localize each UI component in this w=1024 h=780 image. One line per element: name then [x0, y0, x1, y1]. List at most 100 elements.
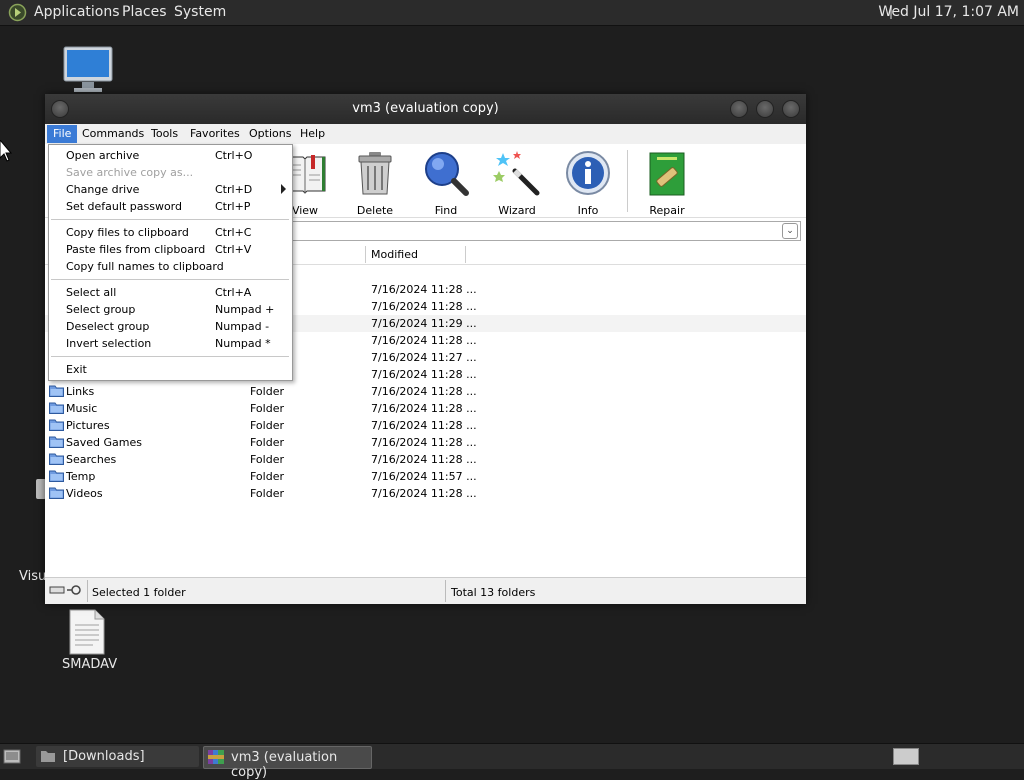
row-name: Pictures — [66, 419, 110, 432]
row-name: Saved Games — [66, 436, 142, 449]
row-modified: 7/16/2024 11:27 ... — [371, 351, 477, 364]
task-vm3[interactable]: vm3 (evaluation copy) — [203, 746, 372, 780]
menu-item-shortcut: Ctrl+V — [215, 243, 252, 256]
workspace-switcher[interactable] — [893, 748, 919, 765]
row-type: Folder — [250, 385, 284, 398]
menu-item-exit[interactable]: Exit — [49, 361, 292, 378]
menu-item-copy-files-to-clipboard[interactable]: Copy files to clipboard Ctrl+C — [49, 224, 292, 241]
menu-item-select-all[interactable]: Select all Ctrl+A — [49, 284, 292, 301]
menu-commands[interactable]: Commands — [82, 127, 144, 140]
row-modified: 7/16/2024 11:28 ... — [371, 368, 477, 381]
table-row[interactable]: Links Folder 7/16/2024 11:28 ... — [45, 383, 806, 400]
row-type: Folder — [250, 470, 284, 483]
menu-item-shortcut: Numpad + — [215, 303, 275, 316]
menu-item-save-archive-copy-as[interactable]: Save archive copy as... — [49, 164, 292, 181]
menu-item-label: Select all — [66, 286, 117, 299]
menu-item-set-default-password[interactable]: Set default password Ctrl+P — [49, 198, 292, 215]
menu-item-label: Save archive copy as... — [66, 166, 194, 179]
folder-icon — [49, 419, 64, 431]
repair-kit-icon — [649, 152, 685, 196]
magic-wand-icon — [493, 151, 540, 196]
magnifier-icon — [425, 152, 469, 196]
delete-label: Delete — [356, 204, 394, 217]
row-name: Searches — [66, 453, 117, 466]
menu-item-copy-full-names-to-clipboard[interactable]: Copy full names to clipboard — [49, 258, 292, 275]
menu-item-label: Change drive — [66, 183, 140, 196]
status-separator — [87, 580, 88, 602]
folder-icon — [49, 487, 64, 499]
menu-item-shortcut: Numpad * — [215, 337, 271, 350]
table-row[interactable]: Pictures Folder 7/16/2024 11:28 ... — [45, 417, 806, 434]
menu-item-shortcut: Numpad - — [215, 320, 270, 333]
row-modified: 7/16/2024 11:28 ... — [371, 436, 477, 449]
table-row[interactable]: Temp Folder 7/16/2024 11:57 ... — [45, 468, 806, 485]
menubar: File Commands Tools Favorites Options He… — [45, 124, 806, 144]
table-row[interactable]: Saved Games Folder 7/16/2024 11:28 ... — [45, 434, 806, 451]
computer-icon[interactable] — [62, 46, 114, 94]
task-vm3-label: vm3 (evaluation copy) — [231, 750, 338, 780]
places-menu[interactable]: Places — [122, 4, 167, 20]
show-desktop-icon[interactable] — [3, 748, 21, 764]
menu-file[interactable]: File — [47, 125, 78, 143]
applications-menu[interactable]: Applications — [34, 4, 120, 20]
menu-item-label: Deselect group — [66, 320, 150, 333]
find-button[interactable]: Find — [416, 149, 476, 217]
desktop-icon-label-visu[interactable]: Visu — [19, 569, 46, 584]
info-button[interactable]: Info — [558, 149, 618, 217]
row-type: Folder — [250, 419, 284, 432]
repair-button[interactable]: Repair — [637, 149, 697, 217]
menu-item-change-drive[interactable]: Change drive Ctrl+D — [49, 181, 292, 198]
window-menu-button[interactable] — [51, 100, 69, 118]
wizard-button[interactable]: Wizard — [487, 149, 547, 217]
desktop-icon-label-smadav[interactable]: SMADAV — [62, 657, 117, 672]
folder-icon — [49, 436, 64, 448]
menu-item-shortcut: Ctrl+A — [215, 286, 252, 299]
delete-button[interactable]: Delete — [345, 149, 405, 217]
chevron-down-icon[interactable]: ⌄ — [782, 223, 798, 239]
minimize-button[interactable] — [730, 100, 748, 118]
menu-item-shortcut: Ctrl+C — [215, 226, 252, 239]
status-selected: Selected 1 folder — [92, 586, 186, 599]
clock[interactable]: Wed Jul 17, 1:07 AM — [878, 4, 1019, 20]
maximize-button[interactable] — [756, 100, 774, 118]
distro-logo-icon[interactable] — [8, 3, 27, 22]
menu-item-label: Exit — [66, 363, 87, 376]
row-modified: 7/16/2024 11:28 ... — [371, 334, 477, 347]
menu-item-label: Copy files to clipboard — [66, 226, 189, 239]
menu-tools[interactable]: Tools — [151, 127, 178, 140]
close-button[interactable] — [782, 100, 800, 118]
toolbar-separator — [627, 150, 628, 212]
row-name: Links — [66, 385, 95, 398]
row-modified: 7/16/2024 11:28 ... — [371, 419, 477, 432]
row-modified: 7/16/2024 11:29 ... — [371, 317, 477, 330]
column-separator[interactable] — [365, 246, 366, 263]
menu-item-invert-selection[interactable]: Invert selection Numpad * — [49, 335, 292, 352]
system-menu[interactable]: System — [174, 4, 226, 20]
column-modified[interactable]: Modified — [371, 248, 418, 261]
bottom-taskbar: [Downloads] vm3 (evaluation copy) — [0, 743, 1024, 780]
table-row[interactable]: Music Folder 7/16/2024 11:28 ... — [45, 400, 806, 417]
row-modified: 7/16/2024 11:28 ... — [371, 453, 477, 466]
document-icon[interactable] — [67, 609, 107, 655]
column-separator[interactable] — [465, 246, 466, 263]
folder-icon — [49, 385, 64, 397]
menu-options[interactable]: Options — [249, 127, 291, 140]
folder-icon — [49, 470, 64, 482]
table-row[interactable]: Searches Folder 7/16/2024 11:28 ... — [45, 451, 806, 468]
menu-favorites[interactable]: Favorites — [190, 127, 240, 140]
status-bar: Selected 1 folder Total 13 folders — [45, 577, 806, 604]
menu-item-select-group[interactable]: Select group Numpad + — [49, 301, 292, 318]
menu-separator — [51, 219, 289, 220]
table-row[interactable]: Videos Folder 7/16/2024 11:28 ... — [45, 485, 806, 502]
task-downloads[interactable]: [Downloads] — [36, 746, 199, 767]
menu-item-open-archive[interactable]: Open archive Ctrl+O — [49, 147, 292, 164]
menu-item-deselect-group[interactable]: Deselect group Numpad - — [49, 318, 292, 335]
window-titlebar[interactable]: vm3 (evaluation copy) — [45, 94, 806, 124]
drive-and-key-icon[interactable] — [49, 584, 87, 596]
row-type: Folder — [250, 453, 284, 466]
menu-item-shortcut: Ctrl+O — [215, 149, 253, 162]
menu-item-paste-files-from-clipboard[interactable]: Paste files from clipboard Ctrl+V — [49, 241, 292, 258]
wizard-label: Wizard — [498, 204, 536, 217]
menu-item-label: Open archive — [66, 149, 140, 162]
menu-help[interactable]: Help — [300, 127, 325, 140]
